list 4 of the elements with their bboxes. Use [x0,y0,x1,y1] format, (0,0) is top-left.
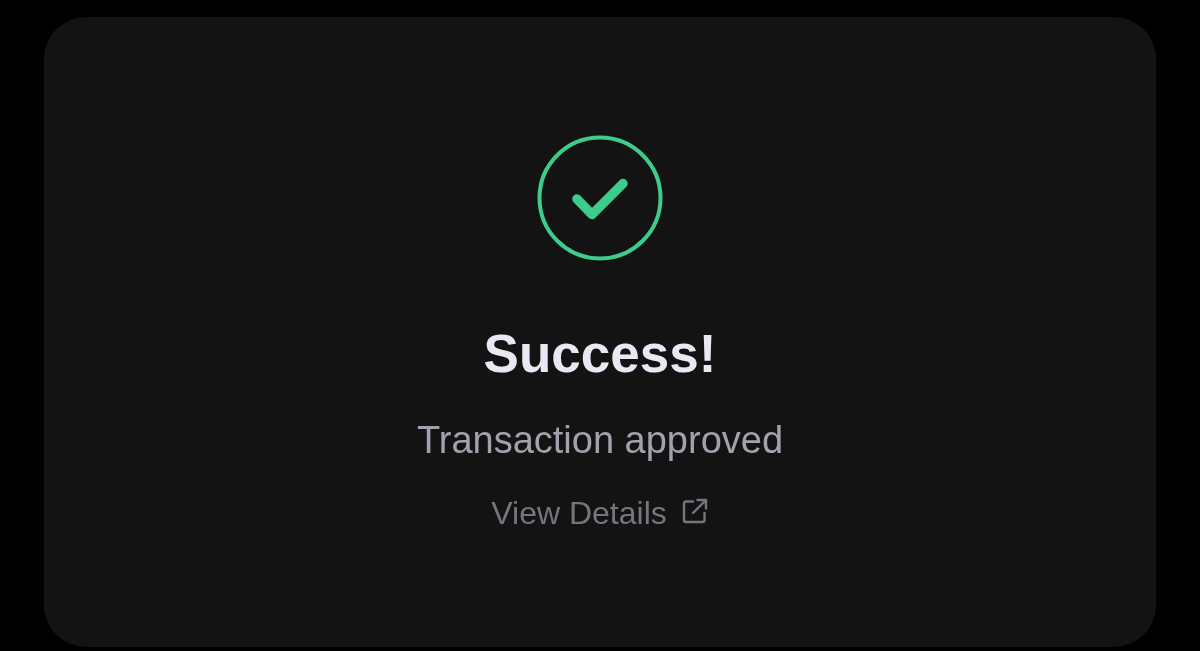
result-message: Transaction approved [416,418,784,463]
view-details-link[interactable]: View Details [491,493,709,533]
result-title: Success! [483,324,717,384]
check-circle-icon [537,135,663,261]
